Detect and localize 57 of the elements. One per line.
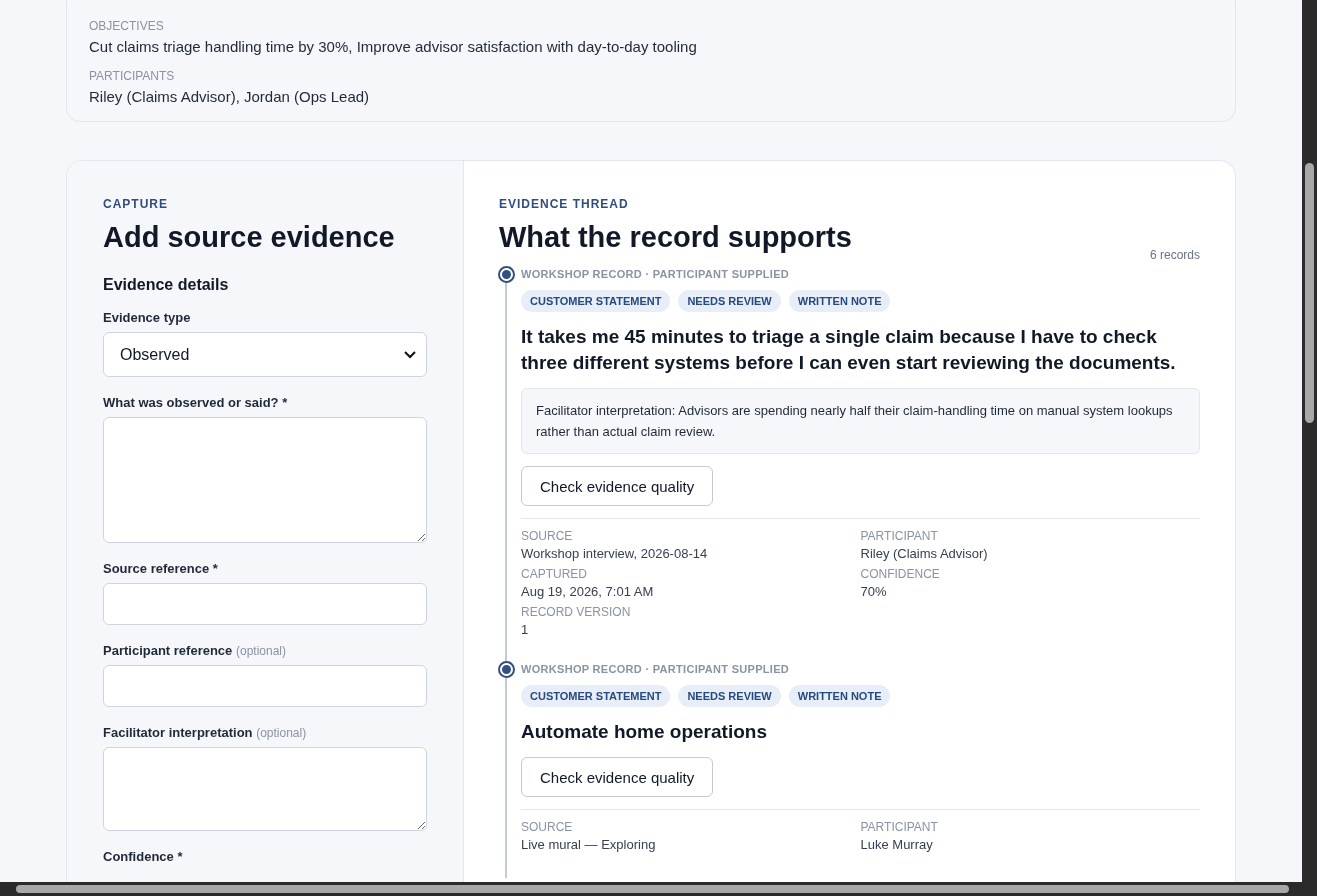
tag: WRITTEN NOTE (788, 685, 891, 707)
field-label: Confidence * (103, 849, 184, 864)
tag: CUSTOMER STATEMENT (521, 685, 671, 707)
thread-title: What the record supports (499, 221, 852, 254)
tag: CUSTOMER STATEMENT (521, 290, 671, 312)
record-meta: WORKSHOP RECORD · PARTICIPANT SUPPLIED (521, 663, 791, 675)
field-label: Source reference * (103, 561, 219, 576)
summary-label: OBJECTIVES (89, 19, 165, 33)
optional-hint: (optional) (256, 726, 307, 740)
detail-value: 70% (860, 584, 888, 599)
tag: NEEDS REVIEW (678, 290, 781, 312)
check-quality-button[interactable]: Check evidence quality (521, 466, 714, 506)
chevron-down-icon (404, 350, 416, 359)
evidence-type-select[interactable]: Observed (103, 332, 427, 377)
field-label: Participant reference (optional) (103, 643, 287, 658)
timeline-dot (498, 661, 515, 678)
section-eyebrow: CAPTURE (103, 197, 169, 211)
detail-label: RECORD VERSION (521, 605, 632, 619)
detail-value: 1 (521, 622, 530, 637)
scrollbar-thumb[interactable] (1305, 163, 1314, 423)
input-field[interactable] (103, 665, 427, 707)
detail-label: PARTICIPANT (860, 529, 939, 543)
detail-value: Luke Murray (860, 837, 934, 852)
detail-value: Riley (Claims Advisor) (860, 546, 989, 561)
detail-value: Live mural — Exploring (521, 837, 657, 852)
interpretation-note: Facilitator interpretation: Advisors are spending nearly half their claim-handling time on manual system lookups rather than actual claim review. (521, 388, 1200, 454)
field-label: What was observed or said? * (103, 395, 289, 410)
timeline-dot (498, 266, 515, 283)
detail-value: Workshop interview, 2026-08-14 (521, 546, 709, 561)
summary-value: Riley (Claims Advisor), Jordan (Ops Lead) (89, 88, 371, 105)
horizontal-scrollbar[interactable] (0, 882, 1317, 896)
field-label: Evidence type (103, 310, 192, 325)
record-statement: It takes me 45 minutes to triage a single claim because I have to check three different systems before I can even start reviewing the documents. (521, 325, 1177, 375)
detail-label: CAPTURED (521, 567, 588, 581)
detail-label: PARTICIPANT (860, 820, 939, 834)
record-statement: Automate home operations (521, 720, 768, 744)
section-eyebrow: EVIDENCE THREAD (499, 197, 630, 211)
text-area[interactable] (103, 417, 427, 543)
capture-title: Add source evidence (103, 221, 396, 254)
summary-label: PARTICIPANTS (89, 69, 176, 83)
record-meta: WORKSHOP RECORD · PARTICIPANT SUPPLIED (521, 268, 791, 280)
check-quality-button[interactable]: Check evidence quality (521, 757, 714, 797)
field-label: Facilitator interpretation (optional) (103, 725, 308, 740)
tag: WRITTEN NOTE (788, 290, 891, 312)
input-field[interactable] (103, 583, 427, 625)
text-area[interactable] (103, 747, 427, 831)
vertical-scrollbar[interactable] (1302, 0, 1317, 882)
detail-value: Aug 19, 2026, 7:01 AM (521, 584, 655, 599)
tag: NEEDS REVIEW (678, 685, 781, 707)
detail-label: SOURCE (521, 529, 574, 543)
detail-label: SOURCE (521, 820, 574, 834)
summary-value: Cut claims triage handling time by 30%, Improve advisor satisfaction with day-to-day tooling (89, 38, 698, 55)
detail-label: CONFIDENCE (860, 567, 941, 581)
section-heading: Evidence details (103, 276, 230, 294)
optional-hint: (optional) (235, 644, 286, 658)
record-count: 6 records (1149, 248, 1200, 262)
scrollbar-thumb[interactable] (16, 885, 1289, 893)
